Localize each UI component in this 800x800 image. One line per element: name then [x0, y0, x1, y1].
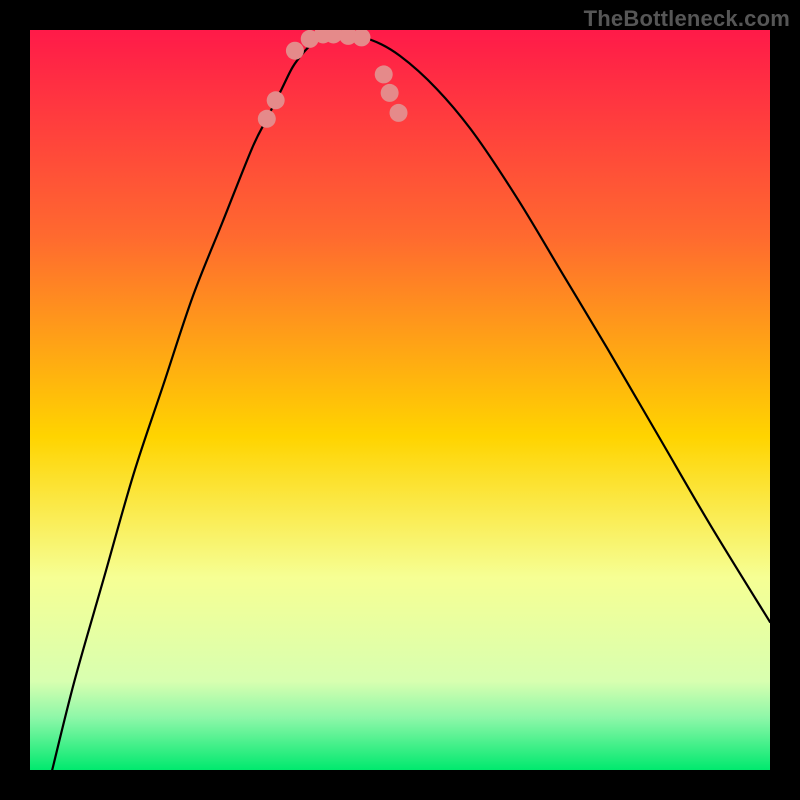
- chart-svg: [30, 30, 770, 770]
- marker-dot: [286, 42, 304, 60]
- chart-frame: TheBottleneck.com: [0, 0, 800, 800]
- marker-dot: [375, 65, 393, 83]
- marker-dot: [381, 84, 399, 102]
- marker-dot: [258, 110, 276, 128]
- plot-area: [30, 30, 770, 770]
- marker-dot: [267, 91, 285, 109]
- gradient-background: [30, 30, 770, 770]
- marker-dot: [390, 104, 408, 122]
- watermark-text: TheBottleneck.com: [584, 6, 790, 32]
